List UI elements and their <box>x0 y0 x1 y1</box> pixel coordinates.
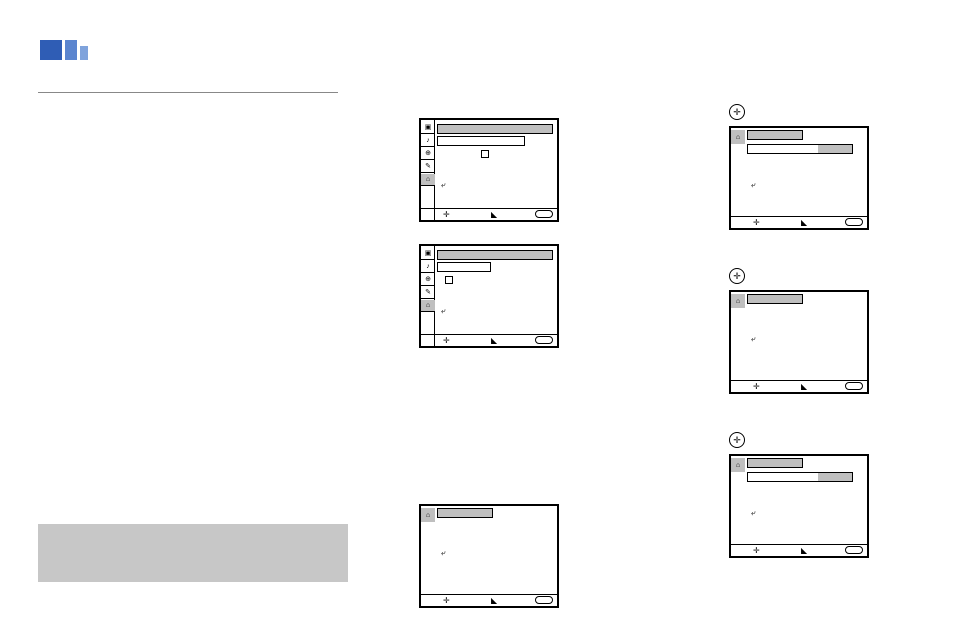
music-icon: ♪ <box>421 135 435 147</box>
menu-pill <box>845 546 863 554</box>
value-row <box>747 144 853 154</box>
setup-icon: ⌂ <box>731 294 745 308</box>
section-divider <box>38 92 338 93</box>
menu-pill <box>535 596 553 604</box>
value-selection <box>818 145 852 153</box>
menu-row-highlight <box>747 294 803 304</box>
camera-icon: ▣ <box>421 248 435 260</box>
plus-icon: ✛ <box>753 382 760 391</box>
logo-bar-3 <box>80 46 88 60</box>
logo-bar-2 <box>65 40 77 60</box>
return-icon: ⤶ <box>441 306 445 316</box>
lcd-sidebar: ⌂ <box>731 456 745 556</box>
setup-icon: ⌂ <box>731 458 745 472</box>
lcd-bottombar: ✛ ◣ <box>421 208 557 220</box>
lcd-sidebar: ⌂ <box>731 128 745 228</box>
wrench-icon: ✎ <box>421 287 435 299</box>
lcd-bottombar: ✛ ◣ <box>421 334 557 346</box>
setup-icon: ⌂ <box>421 300 435 312</box>
lcd-screen-4: ⌂ ⤶ ✛ ◣ <box>729 126 869 230</box>
note-box <box>38 524 348 582</box>
return-icon: ⤶ <box>441 180 445 190</box>
setup-icon: ⌂ <box>421 174 435 186</box>
lcd-sidebar: ▣ ♪ ⊕ ✎ ⌂ <box>421 246 435 346</box>
lcd-sidebar: ▣ ♪ ⊕ ✎ ⌂ <box>421 120 435 220</box>
setup-icon: ⌂ <box>421 508 435 522</box>
menu-row-2 <box>437 262 491 272</box>
lcd-main: ⤶ <box>435 120 557 220</box>
lcd-screen-6: ⌂ ⤶ ✛ ◣ <box>729 454 869 558</box>
music-icon: ♪ <box>421 261 435 273</box>
menu-pill <box>845 218 863 226</box>
lcd-bottombar: ✛ ◣ <box>421 594 557 606</box>
pointer-icon: ◣ <box>491 210 497 219</box>
plus-icon: ✛ <box>443 596 450 605</box>
return-icon: ⤶ <box>751 180 755 190</box>
lcd-bottombar: ✛ ◣ <box>731 544 867 556</box>
joystick-marker: ✛ <box>729 104 745 120</box>
return-icon: ⤶ <box>441 548 445 558</box>
menu-row-highlight <box>437 124 553 134</box>
joystick-marker: ✛ <box>729 268 745 284</box>
plus-icon: ✛ <box>753 218 760 227</box>
plus-icon: ✛ <box>443 336 450 345</box>
lcd-sidebar: ⌂ <box>731 292 745 392</box>
menu-pill <box>845 382 863 390</box>
logo-bar-1 <box>40 40 62 60</box>
camera-icon: ▣ <box>421 122 435 134</box>
lcd-screen-1: ▣ ♪ ⊕ ✎ ⌂ ⤶ ✛ ◣ <box>419 118 559 222</box>
menu-row-highlight <box>747 130 803 140</box>
globe-icon: ⊕ <box>421 274 435 286</box>
submenu-box <box>481 150 489 158</box>
return-icon: ⤶ <box>751 508 755 518</box>
setup-icon: ⌂ <box>731 130 745 144</box>
lcd-screen-2: ▣ ♪ ⊕ ✎ ⌂ ⤶ ✛ ◣ <box>419 244 559 348</box>
menu-pill <box>535 210 553 218</box>
menu-pill <box>535 336 553 344</box>
logo <box>40 40 88 60</box>
pointer-icon: ◣ <box>491 596 497 605</box>
plus-icon: ✛ <box>753 546 760 555</box>
pointer-icon: ◣ <box>801 546 807 555</box>
menu-row-highlight <box>747 458 803 468</box>
pointer-icon: ◣ <box>491 336 497 345</box>
pointer-icon: ◣ <box>801 218 807 227</box>
lcd-main: ⤶ <box>435 246 557 346</box>
lcd-screen-3: ⌂ ⤶ ✛ ◣ <box>419 504 559 608</box>
lcd-screen-5: ⌂ ⤶ ✛ ◣ <box>729 290 869 394</box>
globe-icon: ⊕ <box>421 148 435 160</box>
submenu-box <box>445 276 453 284</box>
joystick-marker: ✛ <box>729 432 745 448</box>
plus-icon: ✛ <box>443 210 450 219</box>
value-row <box>747 472 853 482</box>
lcd-bottombar: ✛ ◣ <box>731 216 867 228</box>
lcd-bottombar: ✛ ◣ <box>731 380 867 392</box>
menu-row-highlight <box>437 250 553 260</box>
lcd-sidebar: ⌂ <box>421 506 435 606</box>
value-selection <box>818 473 852 481</box>
pointer-icon: ◣ <box>801 382 807 391</box>
menu-row-2 <box>437 136 525 146</box>
menu-row-highlight <box>437 508 493 518</box>
wrench-icon: ✎ <box>421 161 435 173</box>
return-icon: ⤶ <box>751 334 755 344</box>
